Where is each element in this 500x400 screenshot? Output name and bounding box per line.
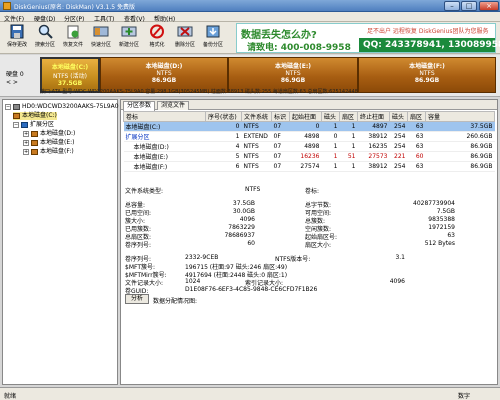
col-end-sector[interactable]: 扇区: [407, 111, 426, 122]
tree-item-e[interactable]: + 本地磁盘(E:): [23, 139, 75, 147]
allocation-map-label: 数据分配情况图:: [153, 298, 198, 305]
expand-icon[interactable]: +: [23, 139, 29, 146]
collapse-icon[interactable]: −: [13, 121, 19, 128]
disk-nav-arrows[interactable]: < >: [6, 79, 18, 86]
recover-file-icon: [67, 25, 79, 39]
tab-partition-params[interactable]: 分区参数: [123, 101, 156, 111]
col-start-sector[interactable]: 扇区: [339, 111, 358, 122]
partition-icon: [31, 148, 38, 155]
format-button[interactable]: 格式化: [144, 24, 170, 52]
col-volume[interactable]: 卷标: [123, 111, 206, 122]
status-bar: 就绪 数字: [0, 387, 500, 400]
quick-partition-icon: [93, 26, 109, 37]
delete-partition-icon: [177, 26, 193, 37]
volume-label-label: 卷标:: [305, 188, 320, 195]
banner-slogan: 足不出户 远程恢复 DiskGenius团队为您服务: [367, 28, 489, 35]
status-text: 就绪: [4, 393, 17, 400]
new-partition-icon: [121, 26, 137, 37]
disk-info-line: 接口:ATA 型号:WDC WD3200AAKS-75L9A0 容量:298.1…: [40, 89, 358, 95]
save-icon: [10, 24, 24, 39]
table-row[interactable]: 扩展分区 1 EXTEND 0F 4898 0 1 38912 254 63 2…: [123, 131, 495, 142]
partition-detail-panel: 分区参数 浏览文件 卷标 序号(状态) 文件系统 标识 起始柱面 磁头 扇区 终…: [120, 99, 498, 385]
minimize-button[interactable]: –: [444, 1, 460, 11]
maximize-button[interactable]: □: [461, 1, 477, 11]
window-title: DiskGenius(原名: DiskMan) V3.1.5 免费版: [14, 4, 135, 11]
banner-phone: 请致电: 400-008-9958: [247, 43, 351, 53]
analyze-button[interactable]: 分析: [125, 294, 149, 304]
col-end-cyl[interactable]: 终止柱面: [357, 111, 390, 122]
service-banner[interactable]: 数据丢失怎么办? 请致电: 400-008-9958 足不出户 远程恢复 Dis…: [236, 23, 500, 53]
fs-type-value: NTFS: [245, 186, 261, 193]
expand-icon[interactable]: +: [23, 130, 29, 137]
fs-type-label: 文件系统类型:: [125, 188, 164, 195]
search-partition-button[interactable]: 搜索分区: [32, 24, 58, 52]
tree-item-extended[interactable]: − 扩展分区: [13, 121, 54, 129]
tree-item-f[interactable]: + 本地磁盘(F:): [23, 148, 74, 156]
new-partition-button[interactable]: 新建分区: [116, 24, 142, 52]
tree-item-disk[interactable]: − HD0:WDCWD3200AAKS-75L9A0: [5, 103, 119, 111]
col-start-head[interactable]: 磁头: [321, 111, 340, 122]
disk-label: 硬盘 0: [6, 71, 24, 78]
col-capacity[interactable]: 容量: [425, 111, 495, 122]
search-partition-icon: [38, 24, 53, 39]
collapse-icon[interactable]: −: [5, 103, 11, 110]
expand-icon[interactable]: +: [23, 148, 29, 155]
backup-partition-button[interactable]: 备份分区: [200, 24, 226, 52]
partition-table: 卷标 序号(状态) 文件系统 标识 起始柱面 磁头 扇区 终止柱面 磁头 扇区 …: [123, 111, 495, 172]
tree-item-d[interactable]: + 本地磁盘(D:): [23, 130, 75, 138]
tab-browse-files[interactable]: 浏览文件: [157, 101, 190, 110]
table-row[interactable]: 本地磁盘(D:) 4 NTFS 07 4898 1 1 16235 254 63…: [123, 141, 495, 152]
banner-qq: QQ: 243378941, 130089958: [359, 38, 500, 52]
disk-tree: − HD0:WDCWD3200AAKS-75L9A0 本地磁盘(C:) − 扩展分区…: [2, 99, 119, 385]
save-changes-button[interactable]: 保存更改: [4, 24, 30, 52]
col-end-head[interactable]: 磁头: [389, 111, 408, 122]
delete-partition-button[interactable]: 删除分区: [172, 24, 198, 52]
hard-disk-icon: [13, 103, 20, 110]
partition-info: 文件系统类型: NTFS 卷标: 总容量: 37.5GB 总字节数: 40287…: [125, 186, 455, 295]
close-button[interactable]: ×: [479, 1, 499, 11]
col-fs[interactable]: 文件系统: [241, 111, 272, 122]
app-icon: [3, 2, 11, 10]
partition-icon: [31, 139, 38, 146]
col-id[interactable]: 标识: [271, 111, 290, 122]
tree-item-c[interactable]: 本地磁盘(C:): [13, 112, 57, 120]
numlock-indicator: 数字: [457, 393, 470, 400]
tab-strip: 分区参数 浏览文件: [121, 100, 497, 111]
title-bar: DiskGenius(原名: DiskMan) V3.1.5 免费版 – □ ×: [0, 0, 500, 12]
quick-partition-button[interactable]: 快速分区: [88, 24, 114, 52]
partition-icon: [31, 130, 38, 137]
table-row[interactable]: 本地磁盘(F:) 6 NTFS 07 27574 1 1 38912 254 6…: [123, 161, 495, 172]
extended-partition-icon: [21, 121, 28, 128]
table-row[interactable]: 本地磁盘(E:) 5 NTFS 07 16236 1 51 27573 221 …: [123, 151, 495, 162]
table-row[interactable]: 本地磁盘(C:) 0 NTFS 07 0 1 1 4897 254 63 37.…: [123, 121, 495, 132]
col-index[interactable]: 序号(状态): [205, 111, 242, 122]
banner-headline: 数据丢失怎么办?: [241, 30, 317, 41]
backup-partition-icon: [206, 25, 220, 38]
col-start-cyl[interactable]: 起始柱面: [289, 111, 322, 122]
recover-file-button[interactable]: 恢复文件: [60, 24, 86, 52]
menu-bar: 文件(F) 硬盘(D) 分区(P) 工具(T) 查看(V) 帮助(H): [0, 12, 500, 23]
table-header: 卷标 序号(状态) 文件系统 标识 起始柱面 磁头 扇区 终止柱面 磁头 扇区 …: [123, 111, 495, 122]
partition-icon: [13, 112, 20, 119]
format-icon: [150, 24, 164, 39]
